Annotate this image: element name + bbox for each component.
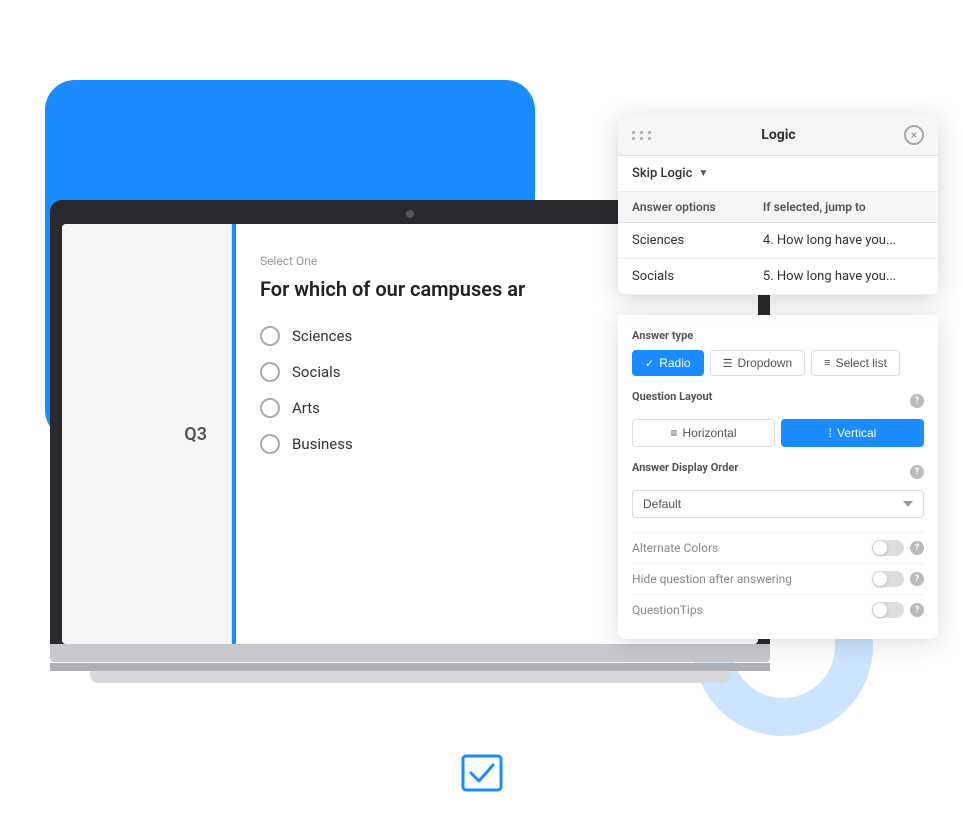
toggle-right: ? [872, 571, 924, 587]
select-list-label: Select list [836, 356, 887, 370]
drag-dot [648, 137, 651, 140]
logic-panel-header: Logic × [618, 115, 938, 156]
alternate-colors-toggle[interactable] [872, 540, 904, 556]
answer-cell-1: Sciences [618, 223, 749, 259]
settings-panel: Answer type ✓ Radio ☰ Dropdown ≡ Select … [618, 315, 938, 639]
chevron-down-icon: ▼ [698, 168, 708, 179]
drag-icon [632, 131, 653, 140]
vertical-label: Vertical [837, 426, 876, 440]
display-order-select[interactable]: Default [632, 490, 924, 518]
table-row: Socials 5. How long have you... [618, 259, 938, 295]
table-row: Sciences 4. How long have you... [618, 223, 938, 259]
logic-panel-title: Logic [653, 127, 904, 143]
toggle-knob [873, 572, 887, 586]
toggles-section: Alternate Colors ? Hide question after a… [632, 532, 924, 625]
toggle-row-hide: Hide question after answering ? [632, 563, 924, 594]
laptop-camera [406, 210, 414, 218]
vertical-icon: ⁞ [829, 426, 832, 440]
question-layout-info-icon: ? [910, 394, 924, 408]
answer-label-4: Business [292, 435, 353, 453]
display-order-info-icon: ? [910, 465, 924, 479]
question-tips-label: QuestionTips [632, 603, 703, 617]
close-icon[interactable]: × [904, 125, 924, 145]
dropdown-button[interactable]: ☰ Dropdown [710, 350, 806, 376]
answer-cell-2: Socials [618, 259, 749, 295]
dropdown-icon: ☰ [723, 357, 733, 370]
question-layout-label: Question Layout [632, 390, 712, 403]
hide-after-answering-toggle[interactable] [872, 571, 904, 587]
drag-dot [640, 131, 643, 134]
toggle-knob [873, 541, 887, 555]
drag-dot [648, 131, 651, 134]
select-list-button[interactable]: ≡ Select list [811, 350, 900, 376]
checkbox-icon [461, 754, 503, 792]
drag-dot [640, 137, 643, 140]
select-list-icon: ≡ [824, 357, 830, 369]
answer-label-3: Arts [292, 399, 320, 417]
horizontal-icon: ≡ [670, 426, 677, 440]
laptop-base [50, 644, 770, 662]
radio-button[interactable]: ✓ Radio [632, 350, 704, 376]
question-tips-toggle[interactable] [872, 602, 904, 618]
horizontal-layout-button[interactable]: ≡ Horizontal [632, 419, 775, 447]
radio-icon: ✓ [645, 357, 654, 370]
bottom-icon-area [461, 754, 503, 796]
col-answer-options: Answer options [618, 192, 749, 223]
hide-info-icon: ? [910, 572, 924, 586]
radio-label: Radio [659, 356, 690, 370]
col-jump-to: If selected, jump to [749, 192, 938, 223]
toggle-right: ? [872, 602, 924, 618]
dropdown-label: Dropdown [737, 356, 792, 370]
tips-info-icon: ? [910, 603, 924, 617]
alternate-colors-info-icon: ? [910, 541, 924, 555]
layout-buttons: ≡ Horizontal ⁞ Vertical [632, 419, 924, 447]
q-number: Q3 [184, 424, 207, 445]
toggle-row-alternate: Alternate Colors ? [632, 532, 924, 563]
toggle-knob [873, 603, 887, 617]
drag-dot [632, 131, 635, 134]
horizontal-label: Horizontal [682, 426, 736, 440]
display-order-label: Answer Display Order [632, 461, 738, 474]
toggle-row-tips: QuestionTips ? [632, 594, 924, 625]
drag-dot [632, 137, 635, 140]
laptop-foot [90, 671, 730, 683]
answer-label-2: Socials [292, 363, 341, 381]
logic-table: Answer options If selected, jump to Scie… [618, 192, 938, 295]
radio-circle-4 [260, 434, 280, 454]
answer-type-label: Answer type [632, 329, 924, 342]
skip-logic-row[interactable]: Skip Logic ▼ [618, 156, 938, 192]
question-layout-section: Question Layout ? ≡ Horizontal ⁞ Vertica… [632, 390, 924, 447]
radio-circle-1 [260, 326, 280, 346]
radio-circle-3 [260, 398, 280, 418]
answer-type-section: Answer type ✓ Radio ☰ Dropdown ≡ Select … [632, 329, 924, 376]
laptop-hinge [50, 663, 770, 671]
hide-after-answering-label: Hide question after answering [632, 572, 792, 586]
logic-panel: Logic × Skip Logic ▼ Answer options If s… [618, 115, 938, 295]
skip-logic-label: Skip Logic [632, 166, 692, 181]
radio-circle-2 [260, 362, 280, 382]
toggle-right: ? [872, 540, 924, 556]
survey-sidebar: Q3 [62, 224, 232, 644]
answer-label-1: Sciences [292, 327, 352, 345]
alternate-colors-label: Alternate Colors [632, 541, 718, 555]
jump-cell-2: 5. How long have you... [749, 259, 938, 295]
vertical-layout-button[interactable]: ⁞ Vertical [781, 419, 924, 447]
answer-type-buttons: ✓ Radio ☰ Dropdown ≡ Select list [632, 350, 924, 376]
display-order-section: Answer Display Order ? Default [632, 461, 924, 518]
jump-cell-1: 4. How long have you... [749, 223, 938, 259]
